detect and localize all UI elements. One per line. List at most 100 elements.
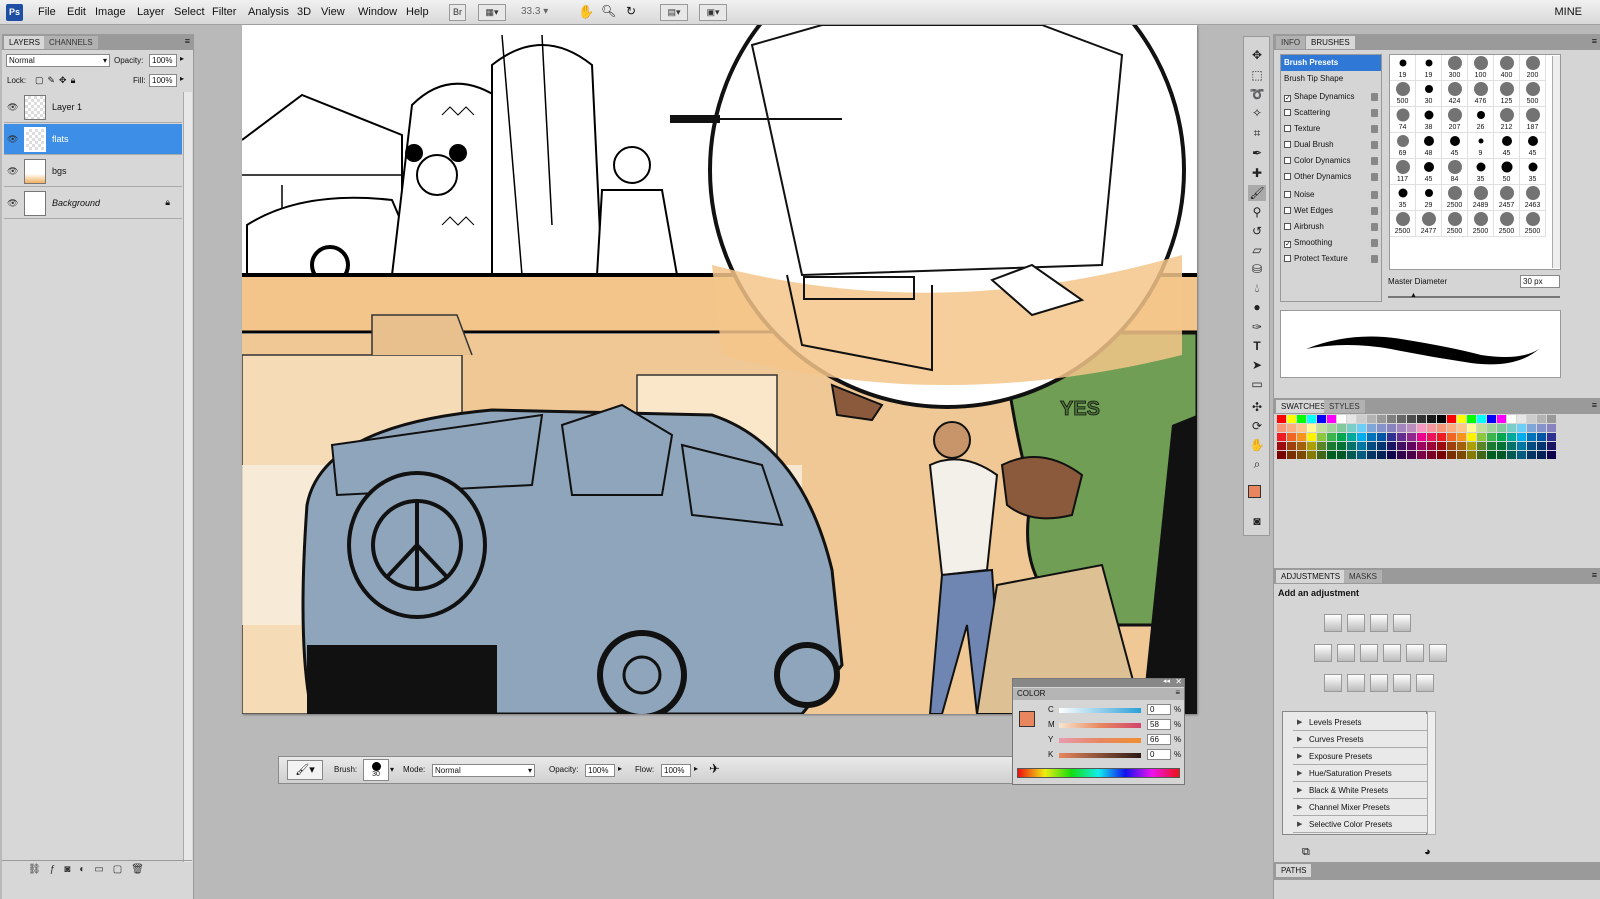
- brush-option-checkbox[interactable]: [1284, 173, 1291, 180]
- swatch[interactable]: [1337, 451, 1346, 459]
- preset-item[interactable]: Curves Presets: [1293, 731, 1434, 748]
- swatch[interactable]: [1287, 442, 1296, 450]
- swatch[interactable]: [1527, 451, 1536, 459]
- swatch[interactable]: [1297, 433, 1306, 441]
- brush-preset[interactable]: 50: [1494, 159, 1520, 185]
- magenta-slider[interactable]: [1059, 723, 1141, 728]
- swatch[interactable]: [1487, 424, 1496, 432]
- quick-mask-icon[interactable]: ◙: [1248, 513, 1266, 529]
- zoom-level[interactable]: 33.3 ▾: [521, 6, 548, 17]
- swatch[interactable]: [1487, 451, 1496, 459]
- swatch[interactable]: [1287, 415, 1296, 423]
- swatch[interactable]: [1387, 415, 1396, 423]
- swatch[interactable]: [1437, 433, 1446, 441]
- toggle-visibility-icon[interactable]: ◕: [1424, 846, 1431, 858]
- swatch[interactable]: [1397, 442, 1406, 450]
- tab-info[interactable]: INFO: [1276, 36, 1306, 49]
- swatch[interactable]: [1277, 433, 1286, 441]
- brush-preset[interactable]: 187: [1520, 107, 1546, 133]
- swatch[interactable]: [1307, 424, 1316, 432]
- swatch[interactable]: [1277, 451, 1286, 459]
- fill-field[interactable]: 100%: [149, 74, 177, 87]
- brush-preset[interactable]: 400: [1494, 55, 1520, 81]
- menu-3d[interactable]: 3D: [297, 6, 311, 18]
- swatch[interactable]: [1377, 424, 1386, 432]
- swatch[interactable]: [1387, 451, 1396, 459]
- swatch[interactable]: [1337, 433, 1346, 441]
- swatch[interactable]: [1397, 415, 1406, 423]
- brush-opacity-field[interactable]: 100%: [585, 764, 615, 777]
- flow-field[interactable]: 100%: [661, 764, 691, 777]
- preset-item[interactable]: Exposure Presets: [1293, 748, 1434, 765]
- brush-preset[interactable]: 26: [1468, 107, 1494, 133]
- brush-option-checkbox[interactable]: [1284, 223, 1291, 230]
- swatch[interactable]: [1407, 424, 1416, 432]
- menu-file[interactable]: File: [38, 6, 56, 18]
- panel-menu-icon[interactable]: ≡: [1592, 570, 1597, 580]
- tab-brushes[interactable]: BRUSHES: [1306, 36, 1355, 49]
- swatch[interactable]: [1347, 451, 1356, 459]
- photo-filter-icon[interactable]: [1406, 644, 1424, 662]
- lock-icon[interactable]: [1371, 141, 1378, 149]
- swatch[interactable]: [1317, 442, 1326, 450]
- brush-preset[interactable]: 19: [1416, 55, 1442, 81]
- blur-tool-icon[interactable]: 💧︎: [1248, 280, 1266, 296]
- slider-thumb-icon[interactable]: ▲: [1410, 292, 1417, 299]
- lock-icons[interactable]: ▢✎✥🔒︎: [35, 75, 79, 86]
- brush-preset[interactable]: 2500: [1390, 211, 1416, 237]
- layers-footer-icons[interactable]: ⛓ƒ◙◐▭▢🗑︎: [2, 860, 192, 878]
- layer-row[interactable]: 👁︎ bgs: [4, 156, 182, 187]
- swatch[interactable]: [1547, 451, 1556, 459]
- cyan-value[interactable]: 0: [1147, 704, 1171, 715]
- swatch[interactable]: [1397, 451, 1406, 459]
- swatch[interactable]: [1327, 442, 1336, 450]
- brush-option-checkbox[interactable]: ✓: [1284, 95, 1291, 102]
- swatch[interactable]: [1547, 433, 1556, 441]
- swatch[interactable]: [1447, 433, 1456, 441]
- opacity-arrow-icon[interactable]: ▸: [180, 54, 184, 63]
- brush-option-item[interactable]: ✓ Smoothing: [1281, 235, 1381, 251]
- eye-icon[interactable]: 👁︎: [7, 102, 19, 112]
- swatch[interactable]: [1517, 442, 1526, 450]
- quick-select-icon[interactable]: ✧: [1248, 105, 1266, 121]
- channel-mixer-icon[interactable]: [1429, 644, 1447, 662]
- swatch[interactable]: [1427, 442, 1436, 450]
- swatch[interactable]: [1417, 424, 1426, 432]
- zoom-icon[interactable]: 🔍︎: [601, 4, 616, 18]
- swatch[interactable]: [1357, 424, 1366, 432]
- brush-preset[interactable]: 84: [1442, 159, 1468, 185]
- swatch[interactable]: [1287, 451, 1296, 459]
- swatch[interactable]: [1407, 451, 1416, 459]
- eye-icon[interactable]: 👁︎: [7, 134, 19, 144]
- brush-preset[interactable]: 2489: [1468, 185, 1494, 211]
- swatch[interactable]: [1437, 442, 1446, 450]
- swatch[interactable]: [1507, 451, 1516, 459]
- swatch[interactable]: [1517, 451, 1526, 459]
- swatch[interactable]: [1487, 442, 1496, 450]
- swatch[interactable]: [1507, 415, 1516, 423]
- brush-option-item[interactable]: Noise: [1281, 187, 1381, 203]
- tab-channels[interactable]: CHANNELS: [44, 36, 98, 49]
- marquee-tool-icon[interactable]: ⬚: [1248, 67, 1266, 83]
- swatch[interactable]: [1517, 424, 1526, 432]
- swatch[interactable]: [1377, 415, 1386, 423]
- preset-item[interactable]: Black & White Presets: [1293, 782, 1434, 799]
- brush-preset[interactable]: 424: [1442, 81, 1468, 107]
- fill-arrow-icon[interactable]: ▸: [180, 74, 184, 83]
- swatch[interactable]: [1497, 451, 1506, 459]
- swatch[interactable]: [1507, 433, 1516, 441]
- brush-picker[interactable]: 30: [363, 759, 389, 781]
- curves-icon[interactable]: [1370, 614, 1388, 632]
- eye-icon[interactable]: 👁︎: [7, 166, 19, 176]
- brush-option-checkbox[interactable]: [1284, 125, 1291, 132]
- swatch[interactable]: [1467, 433, 1476, 441]
- swatch[interactable]: [1447, 415, 1456, 423]
- brush-preset[interactable]: 2500: [1442, 211, 1468, 237]
- swatch[interactable]: [1497, 433, 1506, 441]
- brush-option-checkbox[interactable]: ✓: [1284, 241, 1291, 248]
- swatch[interactable]: [1537, 415, 1546, 423]
- brush-option-item[interactable]: Texture: [1281, 121, 1381, 137]
- healing-brush-icon[interactable]: ✚: [1248, 165, 1266, 181]
- blend-mode-select[interactable]: Normal ▾: [6, 54, 110, 67]
- lock-icon[interactable]: [1371, 93, 1378, 101]
